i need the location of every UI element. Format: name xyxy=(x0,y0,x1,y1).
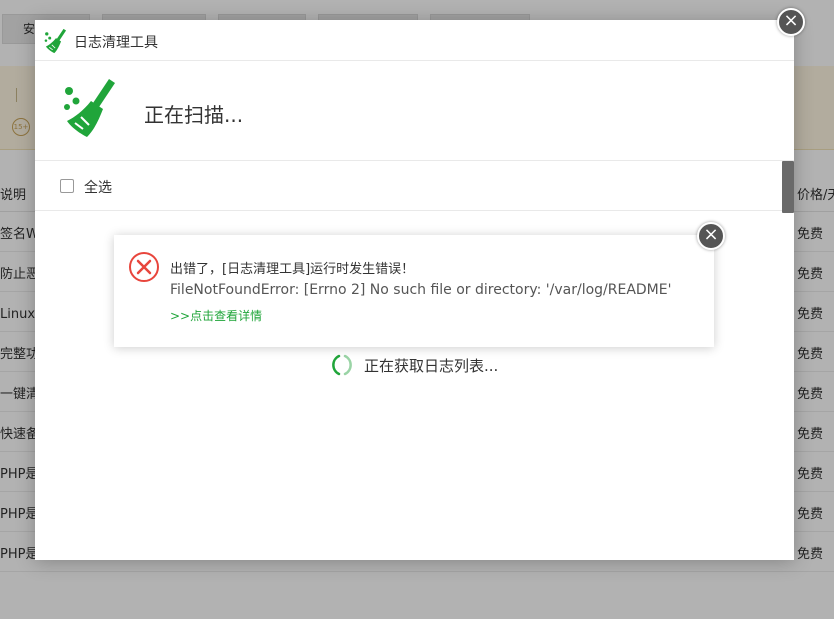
scan-status-area: 正在扫描... xyxy=(35,61,794,161)
broom-icon xyxy=(44,28,67,54)
scrollbar-thumb[interactable] xyxy=(782,161,794,213)
scan-status-text: 正在扫描... xyxy=(144,103,244,127)
error-message: FileNotFoundError: [Errno 2] No such fil… xyxy=(170,282,672,298)
spinner-icon xyxy=(332,354,352,376)
close-modal-button[interactable]: × xyxy=(777,8,805,36)
loading-text: 正在获取日志列表... xyxy=(364,357,499,375)
error-title: 出错了，[日志清理工具]运行时发生错误！ xyxy=(170,262,415,277)
error-dialog: 出错了，[日志清理工具]运行时发生错误！ FileNotFoundError: … xyxy=(114,235,714,347)
broom-icon xyxy=(64,79,115,137)
error-x-icon xyxy=(129,252,159,282)
close-error-button[interactable]: × xyxy=(697,222,725,250)
error-details-link[interactable]: >>点击查看详情 xyxy=(170,307,262,324)
modal-titlebar: 日志清理工具 xyxy=(35,20,794,61)
select-all-label[interactable]: 全选 xyxy=(84,177,112,197)
select-all-checkbox[interactable] xyxy=(60,179,74,193)
modal-title: 日志清理工具 xyxy=(74,35,158,51)
select-all-row: 全选 xyxy=(35,161,794,211)
